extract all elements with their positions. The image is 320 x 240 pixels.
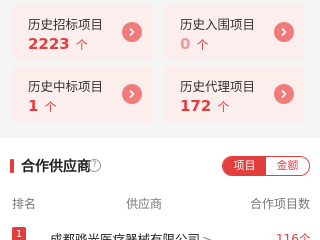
- arrow-right-icon[interactable]: [122, 84, 142, 104]
- supplier-panel: 合作供应商 ? 项目 金额 排名 供应商 合作项目数 1 成都骅光医疗器械有限公…: [0, 138, 320, 240]
- chevron-right-icon: >: [202, 232, 213, 240]
- stat-value-row: 0个: [180, 34, 208, 55]
- stat-unit: 个: [75, 38, 88, 52]
- toggle-amount[interactable]: 金额: [266, 157, 309, 175]
- stat-label: 历史招标项目: [28, 17, 104, 32]
- section-title: 合作供应商: [21, 159, 91, 175]
- stat-card-history-won[interactable]: 历史中标项目 1个: [12, 66, 152, 122]
- supplier-name: 成都骅光医疗器械有限公司: [50, 232, 201, 240]
- metric-toggle: 项目 金额: [222, 156, 310, 176]
- page: 历史招标项目 2223 个 历史入围项目 0个 历史中标项目 1个 历史代理项目 …: [0, 0, 320, 240]
- rank-badge: 1: [12, 227, 26, 240]
- stat-unit: 个: [217, 100, 230, 114]
- stat-unit: 个: [196, 38, 209, 52]
- arrow-right-icon[interactable]: [122, 22, 142, 42]
- project-count: 116个: [276, 232, 311, 240]
- column-header-rank: 排名: [12, 197, 37, 211]
- stat-value: 0: [180, 35, 191, 53]
- stat-label: 历史中标项目: [28, 79, 104, 94]
- stat-unit: 个: [44, 100, 57, 114]
- stat-value-row: 172 个: [180, 96, 229, 117]
- stat-value-row: 2223 个: [28, 34, 88, 55]
- stat-value: 1: [28, 97, 39, 115]
- stat-card-history-agency[interactable]: 历史代理项目 172 个: [164, 66, 304, 122]
- stat-card-history-shortlist[interactable]: 历史入围项目 0个: [164, 4, 304, 60]
- help-icon[interactable]: ?: [88, 159, 101, 172]
- stat-value-row: 1个: [28, 96, 56, 117]
- stat-value: 2223: [28, 35, 70, 53]
- stat-label: 历史入围项目: [180, 17, 256, 32]
- stat-card-history-tender[interactable]: 历史招标项目 2223 个: [12, 4, 152, 60]
- supplier-link[interactable]: 成都骅光医疗器械有限公司 >: [50, 229, 213, 240]
- section-accent-bar: [10, 159, 14, 173]
- column-header-count: 合作项目数: [250, 197, 311, 211]
- arrow-right-icon[interactable]: [274, 22, 294, 42]
- stat-label: 历史代理项目: [180, 79, 256, 94]
- column-header-supplier: 供应商: [126, 197, 163, 211]
- toggle-project[interactable]: 项目: [223, 157, 266, 175]
- stat-value: 172: [180, 97, 212, 115]
- arrow-right-icon[interactable]: [274, 84, 294, 104]
